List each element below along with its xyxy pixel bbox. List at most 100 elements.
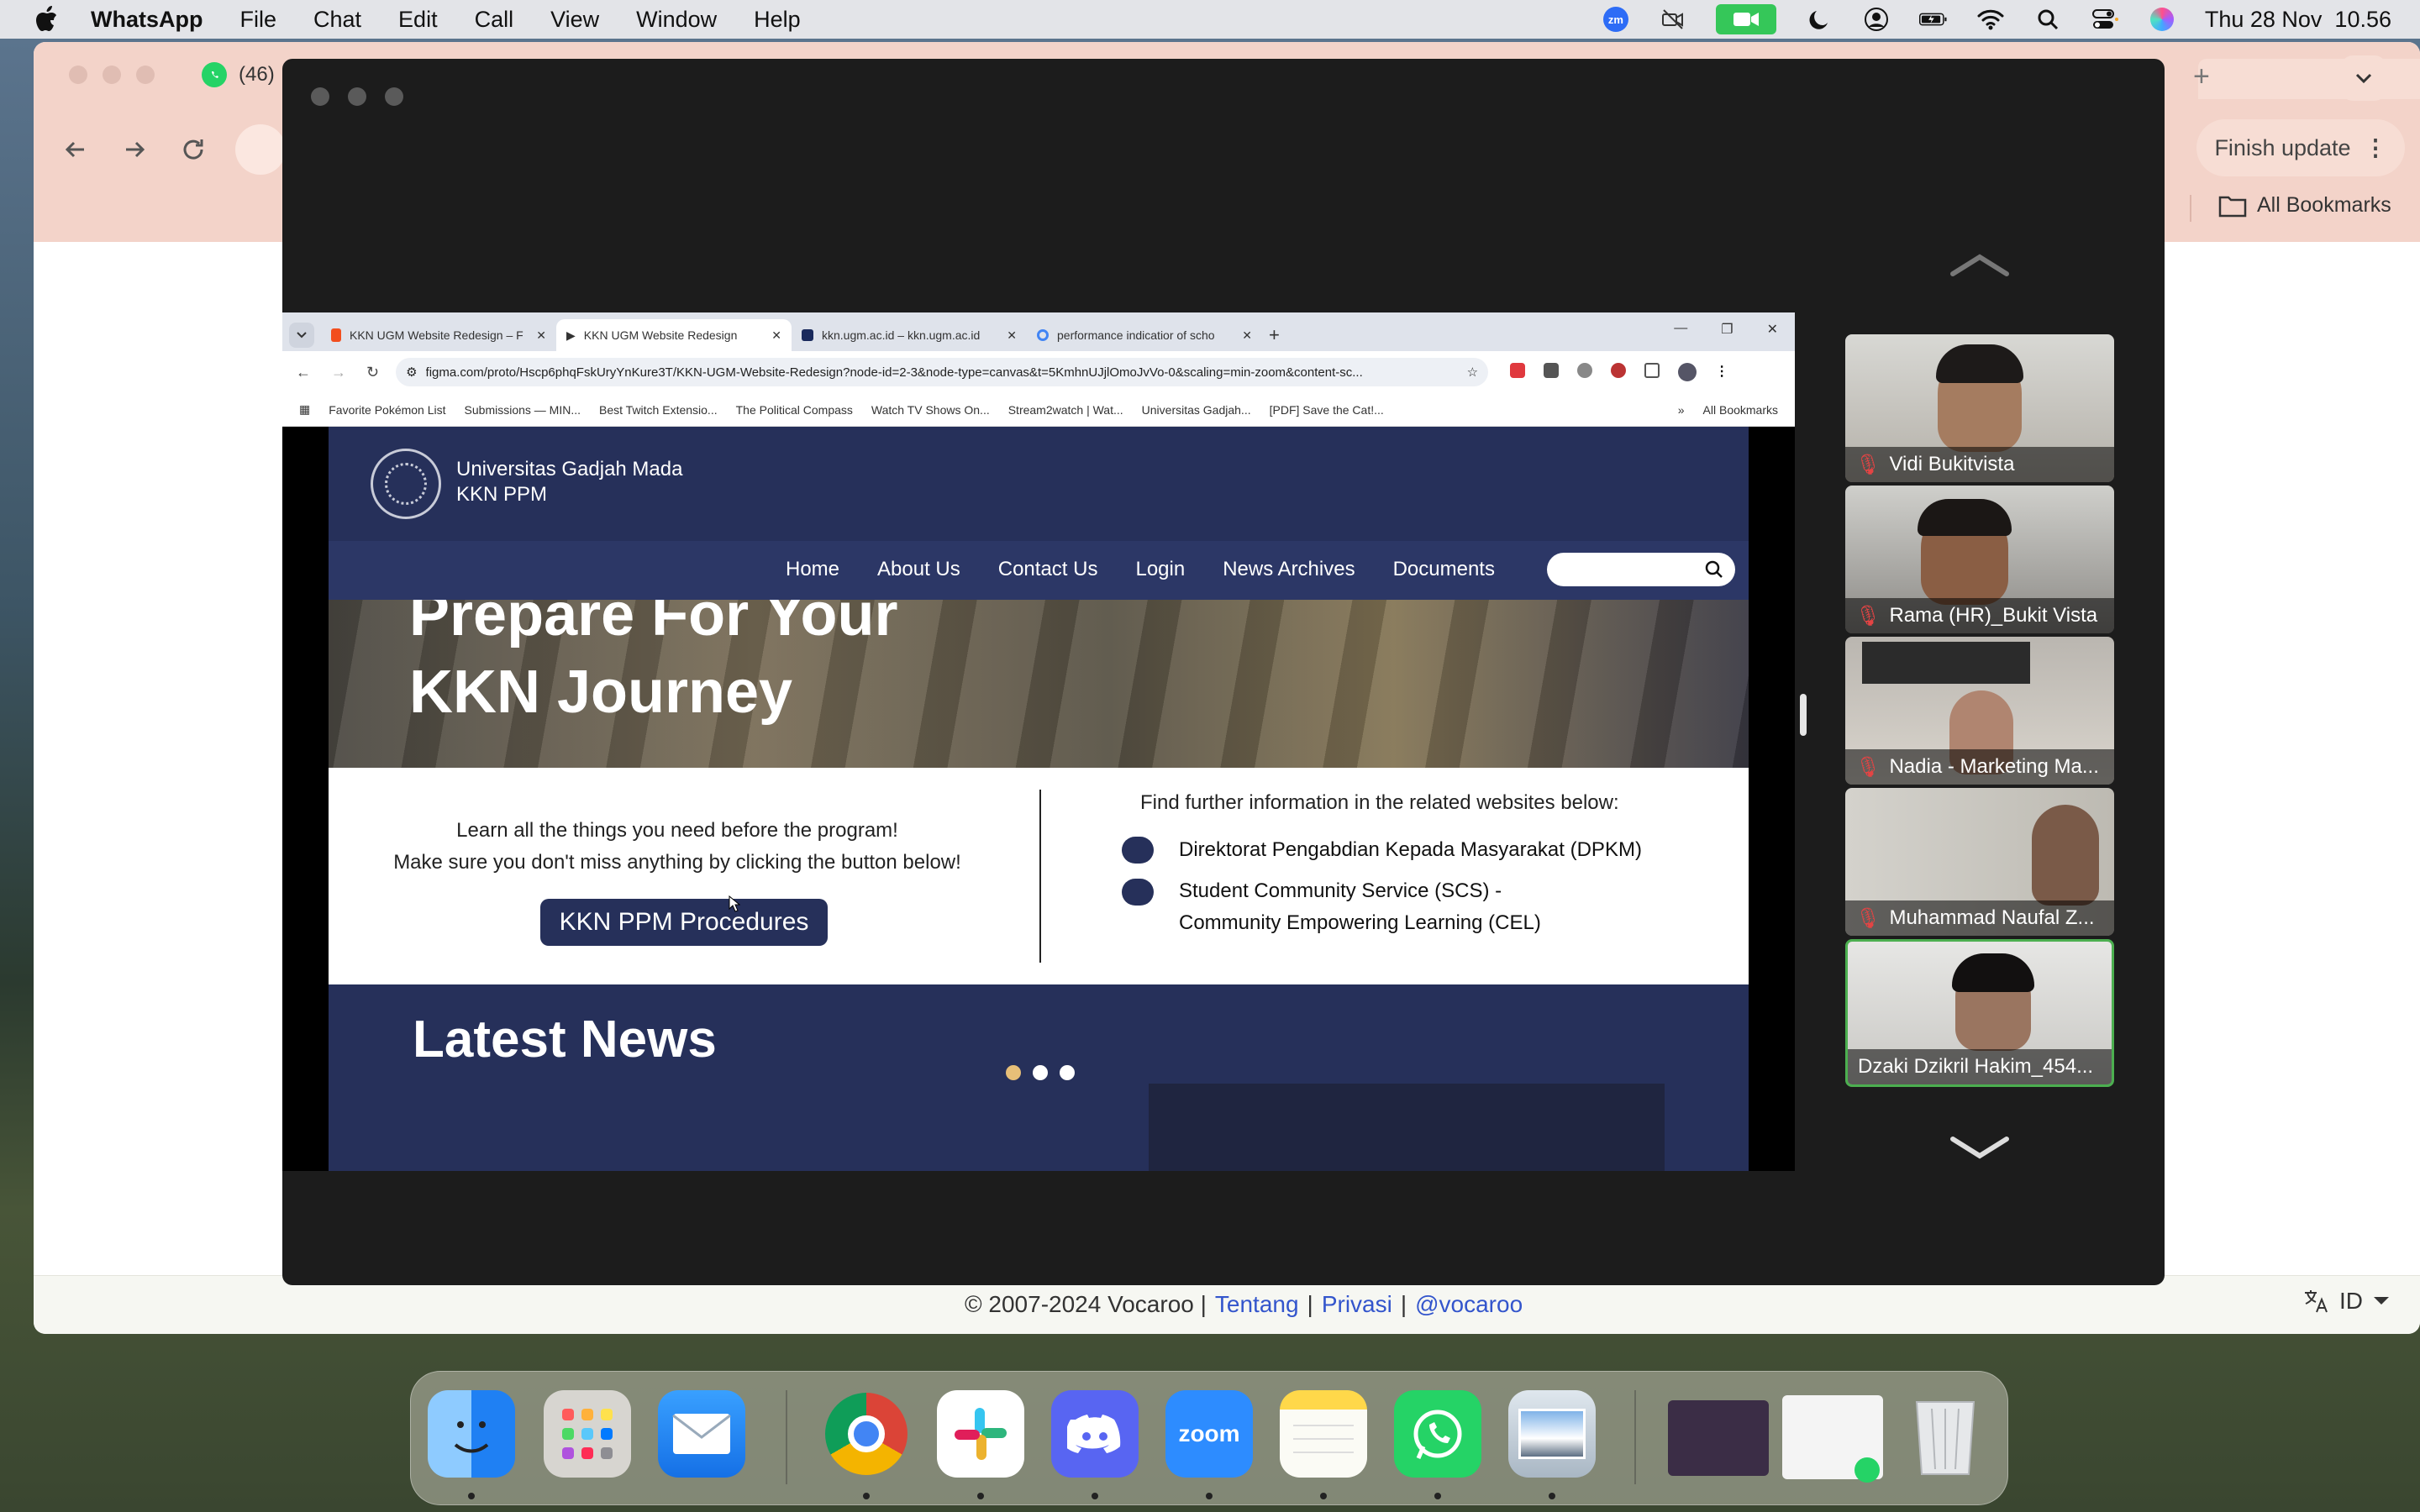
restore-icon[interactable]: ❐ [1721,321,1733,338]
bookmark-item[interactable]: Best Twitch Extensio... [599,403,718,417]
participant-tile[interactable]: 🎙︎ Vidi Bukitvista [1845,334,2114,482]
menubar-clock[interactable]: Thu 28 Nov 10.56 [2205,7,2391,33]
scroll-up-icon[interactable] [1946,250,2013,285]
whatsapp-icon[interactable] [1394,1390,1481,1478]
new-tab-icon[interactable]: + [2193,60,2210,93]
menu-edit[interactable]: Edit [398,7,438,33]
url-field[interactable]: ⚙ figma.com/proto/Hscp6phqFskUryYnKure3T… [396,358,1489,386]
more-menu-icon[interactable]: ⋮ [1715,363,1728,381]
inner-tab-active[interactable]: ▶ KKN UGM Website Redesign ✕ [556,319,792,351]
menu-window[interactable]: Window [636,7,717,33]
reload-icon[interactable] [176,133,217,166]
control-center-icon[interactable] [2091,7,2119,32]
zoom-status-icon[interactable]: zm [1602,7,1630,32]
battery-icon[interactable] [1918,7,1948,32]
bookmarks-overflow-icon[interactable]: » [1678,403,1685,417]
participant-tile[interactable]: 🎙︎ Rama (HR)_Bukit Vista [1845,486,2114,633]
tab-close-icon[interactable]: ✕ [1242,328,1252,343]
bookmark-item[interactable]: Watch TV Shows On... [871,403,990,417]
adblock-icon[interactable] [1510,363,1526,378]
bookmark-item[interactable]: The Political Compass [736,403,853,417]
slack-icon[interactable] [937,1390,1024,1478]
back-icon[interactable] [59,133,99,166]
all-bookmarks-button[interactable]: All Bookmarks [2218,193,2391,218]
bookmark-star-icon[interactable]: ☆ [1467,365,1478,380]
camera-active-icon[interactable] [1715,4,1776,34]
inner-tab[interactable]: kkn.ugm.ac.id – kkn.ugm.ac.id ✕ [792,319,1027,351]
nav-contact[interactable]: Contact Us [998,558,1098,581]
participant-tile[interactable]: 🎙︎ Nadia - Marketing Ma... [1845,637,2114,785]
participant-tile-active-speaker[interactable]: Dzaki Dzikril Hakim_454... [1845,939,2114,1087]
nav-documents[interactable]: Documents [1393,558,1495,581]
inner-tab[interactable]: performance indicatior of scho ✕ [1027,319,1262,351]
site-search-input[interactable] [1547,553,1735,586]
minimize-icon[interactable]: — [1674,321,1687,338]
window-thumbnail-whatsapp[interactable] [1782,1395,1883,1483]
site-info-icon[interactable] [235,124,286,175]
news-card[interactable] [1149,1084,1665,1171]
trash-icon[interactable] [1902,1390,1989,1478]
video-off-icon[interactable] [1659,7,1687,32]
profile-avatar[interactable] [1678,363,1697,381]
bookmark-item[interactable]: Submissions — MIN... [465,403,581,417]
close-icon[interactable]: ✕ [1767,321,1778,338]
preview-icon[interactable] [1508,1390,1596,1478]
carousel-dot-active[interactable] [1006,1065,1021,1080]
browser-tab-partial[interactable] [2198,59,2420,99]
site-brand[interactable]: Universitas Gadjah Mada KKN PPM [456,457,682,507]
window-thumbnail-slack[interactable] [1668,1400,1769,1476]
tab-search-icon[interactable] [2341,55,2386,101]
link-scs[interactable]: Student Community Service (SCS) - Communi… [1122,875,1541,939]
footer-privasi-link[interactable]: Privasi [1322,1291,1392,1318]
menu-app-name[interactable]: WhatsApp [91,7,203,33]
link-dpkm[interactable]: Direktorat Pengabdian Kepada Masyarakat … [1122,837,1642,864]
tab-list-icon[interactable] [289,323,314,348]
apple-icon[interactable] [32,5,60,34]
carousel-dot[interactable] [1033,1065,1048,1080]
user-account-icon[interactable] [1862,7,1891,32]
forward-icon[interactable] [118,133,158,166]
back-icon[interactable]: ← [296,364,311,381]
menu-help[interactable]: Help [754,7,801,33]
finder-icon[interactable] [428,1390,515,1478]
nav-about[interactable]: About Us [877,558,960,581]
finish-update-button[interactable]: Finish update ⋮ [2196,119,2405,176]
apps-grid-icon[interactable]: ▦ [299,402,310,417]
extension-icon[interactable] [1544,363,1560,378]
minimize-window-button[interactable] [348,87,366,106]
launchpad-icon[interactable] [544,1390,631,1478]
focus-moon-icon[interactable] [1805,7,1833,32]
all-bookmarks-folder[interactable]: All Bookmarks [1703,403,1778,417]
menu-chat[interactable]: Chat [313,7,361,33]
nav-login[interactable]: Login [1135,558,1185,581]
menu-call[interactable]: Call [475,7,514,33]
tab-close-icon[interactable]: ✕ [1007,328,1017,343]
carousel-dot[interactable] [1060,1065,1075,1080]
nav-home[interactable]: Home [786,558,839,581]
search-icon[interactable] [2033,7,2062,32]
shield-icon[interactable] [1577,363,1593,378]
new-tab-icon[interactable]: + [1262,319,1286,351]
footer-tentang-link[interactable]: Tentang [1215,1291,1299,1318]
bookmark-item[interactable]: Universitas Gadjah... [1142,403,1251,417]
bookmark-item[interactable]: Stream2watch | Wat... [1008,403,1123,417]
language-selector[interactable]: ID [2302,1288,2390,1315]
tab-close-icon[interactable]: ✕ [536,328,546,343]
forward-icon[interactable]: → [331,364,346,381]
puzzle-icon[interactable] [1644,363,1660,378]
ublock-icon[interactable] [1611,363,1627,378]
wifi-icon[interactable] [1976,7,2005,32]
zoom-icon[interactable]: zoom [1165,1390,1253,1478]
whatsapp-tab[interactable]: (46) [202,62,275,87]
reload-icon[interactable]: ↻ [366,364,379,381]
menu-view[interactable]: View [550,7,599,33]
panel-resize-handle[interactable] [1800,694,1807,736]
scroll-down-icon[interactable] [1946,1132,2013,1167]
notes-icon[interactable] [1280,1390,1367,1478]
footer-vocaroo-link[interactable]: @vocaroo [1415,1291,1523,1318]
chrome-icon[interactable] [823,1390,910,1478]
discord-icon[interactable] [1051,1390,1139,1478]
participant-tile[interactable]: 🎙︎ Muhammad Naufal Z... [1845,788,2114,936]
menu-file[interactable]: File [239,7,276,33]
close-window-button[interactable] [311,87,329,106]
